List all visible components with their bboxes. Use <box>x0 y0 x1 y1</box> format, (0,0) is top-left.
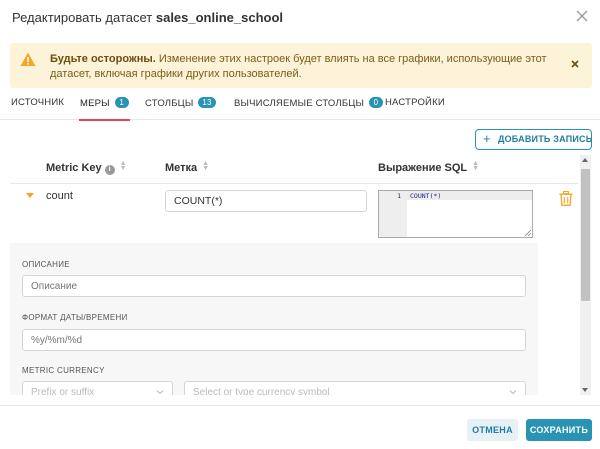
scroll-down-arrow-icon[interactable] <box>582 388 588 392</box>
metric-key-value: count <box>46 190 73 202</box>
sql-expression-editor[interactable]: 1 COUNT(*) <box>378 190 533 238</box>
column-header-metric-key[interactable]: Metric Key i ▲ ▼ <box>46 160 127 175</box>
warning-icon <box>20 52 36 68</box>
scrollbar-thumb[interactable] <box>581 169 590 301</box>
plus-icon: + <box>483 131 491 146</box>
tab-columns[interactable]: СТОЛБЦЫ 13 <box>145 97 216 119</box>
metric-details-panel: ОПИСАНИЕ ФОРМАТ ДАТЫ/ВРЕМЕНИ METRIC CURR… <box>10 243 538 395</box>
column-header-metric-key-label: Metric Key <box>46 162 102 174</box>
tab-calculated-columns-label: ВЫЧИСЛЯЕМЫЕ СТОЛБЦЫ <box>234 98 365 109</box>
info-icon[interactable]: i <box>104 165 115 175</box>
sql-line-number: 1 <box>397 192 401 200</box>
tab-calculated-columns-badge: 0 <box>368 97 383 108</box>
save-button[interactable]: СОХРАНИТЬ <box>526 419 592 441</box>
modal-footer: ОТМЕНА СОХРАНИТЬ <box>0 405 600 449</box>
collapse-row-caret-icon[interactable] <box>26 193 34 198</box>
scroll-up-arrow-icon[interactable] <box>582 158 588 162</box>
tab-metrics-label: МЕРЫ <box>80 98 110 109</box>
datetime-format-label: ФОРМАТ ДАТЫ/ВРЕМЕНИ <box>22 313 128 322</box>
tab-settings[interactable]: НАСТРОЙКИ <box>385 97 445 119</box>
description-input[interactable] <box>22 275 526 297</box>
warning-message: Будьте осторожны. Изменение этих настрое… <box>50 52 560 82</box>
currency-symbol-placeholder: Select or type currency symbol <box>193 387 330 395</box>
close-alert-icon[interactable] <box>570 56 580 68</box>
tab-metrics[interactable]: МЕРЫ 1 <box>79 97 130 121</box>
column-header-label-text: Метка <box>165 162 198 174</box>
currency-symbol-select[interactable]: Select or type currency symbol <box>184 381 526 395</box>
currency-position-select[interactable]: Prefix or suffix <box>22 381 173 395</box>
column-header-sql-expression-label: Выражение SQL <box>378 162 468 174</box>
header-divider <box>10 183 578 184</box>
tab-settings-label: НАСТРОЙКИ <box>385 97 445 108</box>
close-modal-icon[interactable] <box>576 10 588 22</box>
cancel-button[interactable]: ОТМЕНА <box>467 419 518 441</box>
modal-header: Редактировать датасет sales_online_schoo… <box>0 0 600 36</box>
scrollbar[interactable] <box>580 155 591 395</box>
sort-icon[interactable]: ▲ ▼ <box>472 160 479 172</box>
sql-code-text[interactable]: COUNT(*) <box>410 192 441 200</box>
metric-label-input[interactable] <box>165 190 367 212</box>
tab-columns-badge: 13 <box>198 97 216 108</box>
metric-currency-label: METRIC CURRENCY <box>22 366 105 375</box>
dataset-name: sales_online_school <box>155 10 284 25</box>
datetime-format-input[interactable] <box>22 329 526 351</box>
chevron-down-icon <box>156 390 164 395</box>
dataset-tabs: ИСТОЧНИК МЕРЫ 1 СТОЛБЦЫ 13 ВЫЧИСЛЯЕМЫЕ С… <box>0 94 600 121</box>
add-record-button[interactable]: + ДОБАВИТЬ ЗАПИСЬ <box>475 129 592 150</box>
resize-handle-icon[interactable] <box>525 230 531 236</box>
edit-dataset-modal: Редактировать датасет sales_online_schoo… <box>0 0 600 449</box>
tab-calculated-columns[interactable]: ВЫЧИСЛЯЕМЫЕ СТОЛБЦЫ 0 <box>234 97 383 119</box>
tab-source-label: ИСТОЧНИК <box>11 97 65 108</box>
description-label: ОПИСАНИЕ <box>22 260 70 269</box>
warning-title: Будьте осторожны. <box>50 53 156 65</box>
tab-source[interactable]: ИСТОЧНИК <box>11 97 64 119</box>
currency-position-placeholder: Prefix or suffix <box>31 387 95 395</box>
delete-metric-trash-icon[interactable] <box>559 191 573 206</box>
tab-columns-label: СТОЛБЦЫ <box>145 98 194 109</box>
modal-title-prefix: Редактировать датасет <box>12 10 153 25</box>
column-header-sql-expression[interactable]: Выражение SQL ▲ ▼ <box>378 160 479 174</box>
add-record-label: ДОБАВИТЬ ЗАПИСЬ <box>498 134 593 144</box>
modal-title: Редактировать датасет sales_online_schoo… <box>12 10 283 25</box>
warning-alert: Будьте осторожны. Изменение этих настрое… <box>10 43 592 88</box>
column-header-label[interactable]: Метка ▲ ▼ <box>165 160 209 174</box>
tab-metrics-badge: 1 <box>114 97 129 108</box>
sort-icon[interactable]: ▲ ▼ <box>120 160 127 172</box>
metrics-table: Metric Key i ▲ ▼ Метка ▲ ▼ Выражение SQL ▲ ▼ co… <box>0 155 578 395</box>
sort-icon[interactable]: ▲ ▼ <box>202 160 209 172</box>
chevron-down-icon <box>509 390 517 395</box>
